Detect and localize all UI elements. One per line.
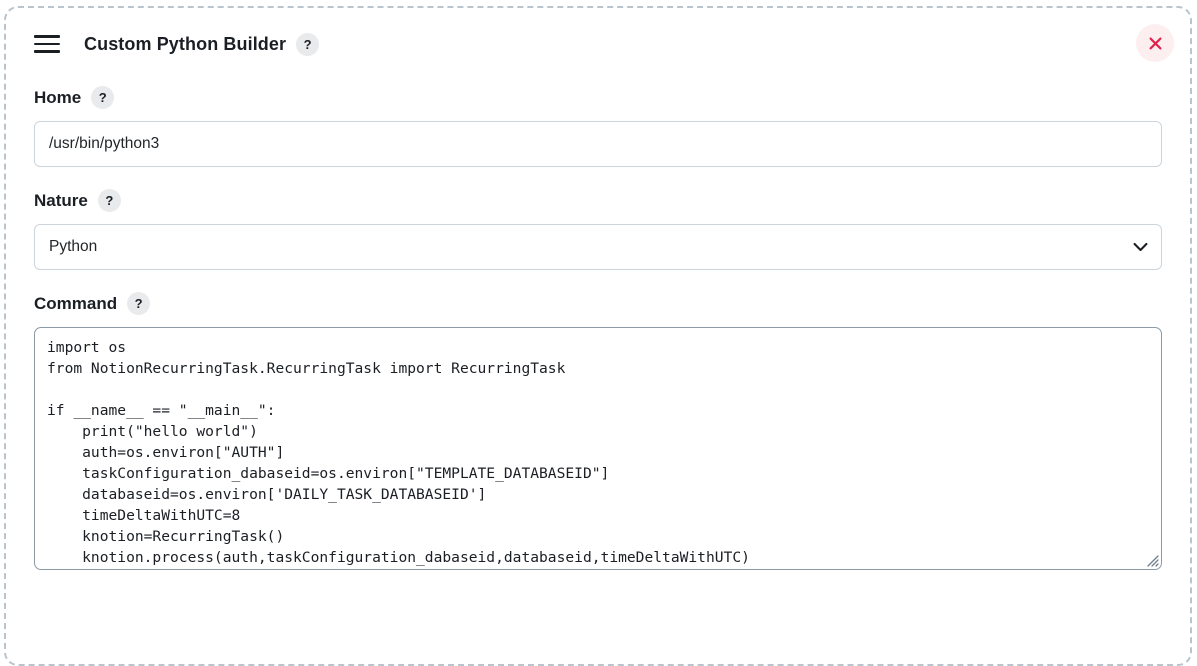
- home-help-badge[interactable]: ?: [91, 86, 115, 109]
- nature-select-wrap: Python: [34, 224, 1162, 270]
- command-textarea[interactable]: import os from NotionRecurringTask.Recur…: [34, 327, 1162, 570]
- command-editor-wrap: import os from NotionRecurringTask.Recur…: [34, 327, 1162, 570]
- hamburger-icon[interactable]: [34, 34, 60, 54]
- page-title: Custom Python Builder: [84, 33, 287, 54]
- hamburger-bar: [34, 50, 60, 53]
- builder-panel-body: Custom Python Builder ? Home ? Nature ?: [6, 8, 1190, 664]
- hamburger-bar: [34, 35, 60, 38]
- nature-field-group: Nature ? Python: [22, 189, 1174, 270]
- panel-header: Custom Python Builder ?: [22, 24, 1174, 64]
- close-icon: [1149, 37, 1161, 49]
- nature-select[interactable]: Python: [34, 224, 1162, 270]
- home-input[interactable]: [34, 121, 1162, 167]
- nature-help-badge[interactable]: ?: [97, 189, 121, 212]
- hamburger-bar: [34, 42, 60, 46]
- close-button[interactable]: [1136, 24, 1174, 62]
- home-label-row: Home ?: [34, 86, 1162, 109]
- home-field-group: Home ?: [22, 86, 1174, 167]
- home-label: Home: [34, 87, 82, 107]
- command-field-group: Command ? import os from NotionRecurring…: [22, 292, 1174, 570]
- title-help-badge[interactable]: ?: [296, 32, 320, 56]
- command-help-badge[interactable]: ?: [127, 292, 151, 315]
- nature-label: Nature: [34, 190, 88, 210]
- builder-panel: Custom Python Builder ? Home ? Nature ?: [4, 6, 1192, 666]
- command-label-row: Command ?: [34, 292, 1162, 315]
- nature-label-row: Nature ?: [34, 189, 1162, 212]
- command-label: Command: [34, 293, 118, 313]
